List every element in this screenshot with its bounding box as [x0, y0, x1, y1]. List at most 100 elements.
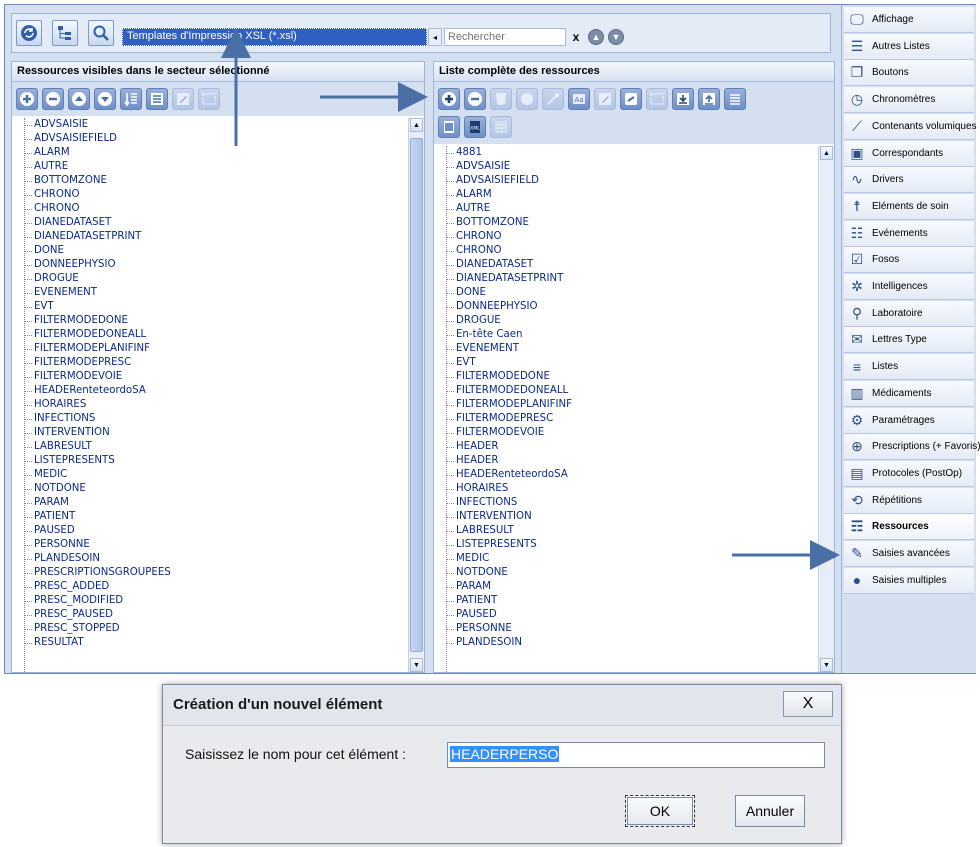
tree-item[interactable]: PRESC_MODIFIED — [12, 594, 408, 608]
tree-item[interactable]: INFECTIONS — [434, 496, 818, 510]
add-element-button[interactable] — [438, 88, 460, 110]
tree-item[interactable]: DIANEDATASET — [434, 258, 818, 272]
clear-search-button[interactable]: x — [568, 29, 584, 45]
tree-item[interactable]: En-tête Caen — [434, 328, 818, 342]
edit-button[interactable] — [172, 88, 194, 110]
sidebar-item-affichage[interactable]: 🖵 Affichage — [844, 7, 974, 33]
sidebar-item-autres-listes[interactable]: ☰ Autres Listes — [844, 33, 974, 60]
tree-item[interactable]: RESULTAT — [12, 636, 408, 650]
tree-item[interactable]: DONE — [434, 286, 818, 300]
tree-item[interactable]: ALARM — [12, 146, 408, 160]
tree-item[interactable]: ADVSAISIEFIELD — [434, 174, 818, 188]
wand-button[interactable] — [542, 88, 564, 110]
tree-item[interactable]: FILTERMODEPRESC — [12, 356, 408, 370]
tree-item[interactable]: PERSONNE — [12, 538, 408, 552]
sidebar-item-intelligences[interactable]: ✲ Intelligences — [844, 274, 974, 300]
tree-item[interactable]: ADVSAISIE — [12, 118, 408, 132]
tree-item[interactable]: PLANDESOIN — [12, 552, 408, 566]
align-button[interactable] — [724, 88, 746, 110]
tree-item[interactable]: FILTERMODEPRESC — [434, 412, 818, 426]
tree-item[interactable]: FILTERMODEVOIE — [434, 426, 818, 440]
tree-item[interactable]: EVENEMENT — [12, 286, 408, 300]
template-dropdown-icon[interactable]: ◂ — [428, 28, 442, 46]
sidebar-item-saisies-avanc-es[interactable]: ✎ Saisies avancées — [844, 541, 974, 567]
zoom-button[interactable] — [88, 20, 114, 46]
tree-item[interactable]: DROGUE — [12, 272, 408, 286]
tree-item[interactable]: FILTERMODEDONE — [434, 370, 818, 384]
document-button[interactable] — [438, 116, 460, 138]
scroll-down-icon[interactable]: ▼ — [410, 658, 423, 672]
sidebar-item-chronom-tres[interactable]: ◷ Chronomètres — [844, 87, 974, 114]
tree-item[interactable]: NOTDONE — [434, 566, 818, 580]
select-button[interactable] — [198, 88, 220, 110]
tree-item[interactable]: HEADER — [434, 454, 818, 468]
tree-item[interactable]: LISTEPRESENTS — [12, 454, 408, 468]
edit-element-button[interactable] — [594, 88, 616, 110]
tree-item[interactable]: CHRONO — [434, 244, 818, 258]
tree-item[interactable]: PRESC_ADDED — [12, 580, 408, 594]
tree-item[interactable]: BOTTOMZONE — [12, 174, 408, 188]
tree-item[interactable]: EVT — [12, 300, 408, 314]
move-up-button[interactable] — [68, 88, 90, 110]
tree-item[interactable]: AUTRE — [434, 202, 818, 216]
tree-item[interactable]: LISTEPRESENTS — [434, 538, 818, 552]
tree-item[interactable]: ADVSAISIE — [434, 160, 818, 174]
xml-button[interactable]: XML — [464, 116, 486, 138]
tree-item[interactable]: ALARM — [434, 188, 818, 202]
tree-item[interactable]: HEADERenteteordoSA — [12, 384, 408, 398]
tree-item[interactable]: HORAIRES — [12, 398, 408, 412]
tree-view-button[interactable] — [52, 20, 78, 46]
tree-item[interactable]: FILTERMODEVOIE — [12, 370, 408, 384]
html-button[interactable] — [490, 88, 512, 110]
tree-item[interactable]: PARAM — [12, 496, 408, 510]
tree-item[interactable]: DONNEEPHYSIO — [12, 258, 408, 272]
delete-element-button[interactable] — [464, 88, 486, 110]
tree-item[interactable]: FILTERMODEDONEALL — [12, 328, 408, 342]
tree-item[interactable]: FILTERMODEPLANIFINF — [434, 398, 818, 412]
search-previous-button[interactable]: ▲ — [588, 29, 604, 45]
tree-item[interactable]: PERSONNE — [434, 622, 818, 636]
tree-item[interactable]: INFECTIONS — [12, 412, 408, 426]
sidebar-item-laboratoire[interactable]: ⚲ Laboratoire — [844, 300, 974, 327]
link-button[interactable] — [620, 88, 642, 110]
refresh-button[interactable] — [16, 20, 42, 46]
grid-button[interactable] — [490, 116, 512, 138]
tree-item[interactable]: CHRONO — [434, 230, 818, 244]
element-name-input[interactable]: HEADERPERSO — [447, 742, 825, 768]
sidebar-item-correspondants[interactable]: ▣ Correspondants — [844, 140, 974, 167]
tree-item[interactable]: PAUSED — [434, 608, 818, 622]
cancel-button[interactable]: Annuler — [735, 795, 805, 827]
import-button[interactable] — [672, 88, 694, 110]
tree-item[interactable]: PATIENT — [434, 594, 818, 608]
tree-item[interactable]: PAUSED — [12, 524, 408, 538]
tree-item[interactable]: BOTTOMZONE — [434, 216, 818, 230]
sidebar-item-ev-nements[interactable]: ☷ Evénements — [844, 220, 974, 247]
right-scrollbar[interactable]: ▲ ▼ — [818, 146, 834, 672]
tree-item[interactable]: INTERVENTION — [434, 510, 818, 524]
tree-item[interactable]: AUTRE — [12, 160, 408, 174]
tree-item[interactable]: MEDIC — [434, 552, 818, 566]
add-resource-button[interactable] — [16, 88, 38, 110]
tree-item[interactable]: HEADERenteteordoSA — [434, 468, 818, 482]
search-next-button[interactable]: ▼ — [608, 29, 624, 45]
tree-item[interactable]: FILTERMODEDONEALL — [434, 384, 818, 398]
remove-resource-button[interactable] — [42, 88, 64, 110]
sidebar-item-prescriptions-favoris[interactable]: ⊕ Prescriptions (+ Favoris) — [844, 434, 980, 461]
sidebar-item-drivers[interactable]: ∿ Drivers — [844, 167, 974, 194]
tree-item[interactable]: HEADER — [434, 440, 818, 454]
tree-item[interactable]: CHRONO — [12, 188, 408, 202]
select-element-button[interactable] — [646, 88, 668, 110]
move-down-button[interactable] — [94, 88, 116, 110]
sidebar-item-boutons[interactable]: ❐ Boutons — [844, 60, 974, 87]
sidebar-item-contenants-volumiques[interactable]: ⟋ Contenants volumiques — [844, 113, 977, 140]
tree-item[interactable]: HORAIRES — [434, 482, 818, 496]
tree-item[interactable]: PRESCRIPTIONSGROUPEES — [12, 566, 408, 580]
tree-item[interactable]: MEDIC — [12, 468, 408, 482]
tree-item[interactable]: CHRONO — [12, 202, 408, 216]
sidebar-item-saisies-multiples[interactable]: ● Saisies multiples — [844, 567, 974, 594]
tree-item[interactable]: PATIENT — [12, 510, 408, 524]
search-input[interactable] — [444, 28, 566, 46]
tree-item[interactable]: DIANEDATASET — [12, 216, 408, 230]
sidebar-item-r-p-titions[interactable]: ⟲ Répétitions — [844, 487, 974, 514]
sidebar-item-m-dicaments[interactable]: ▥ Médicaments — [844, 380, 974, 407]
